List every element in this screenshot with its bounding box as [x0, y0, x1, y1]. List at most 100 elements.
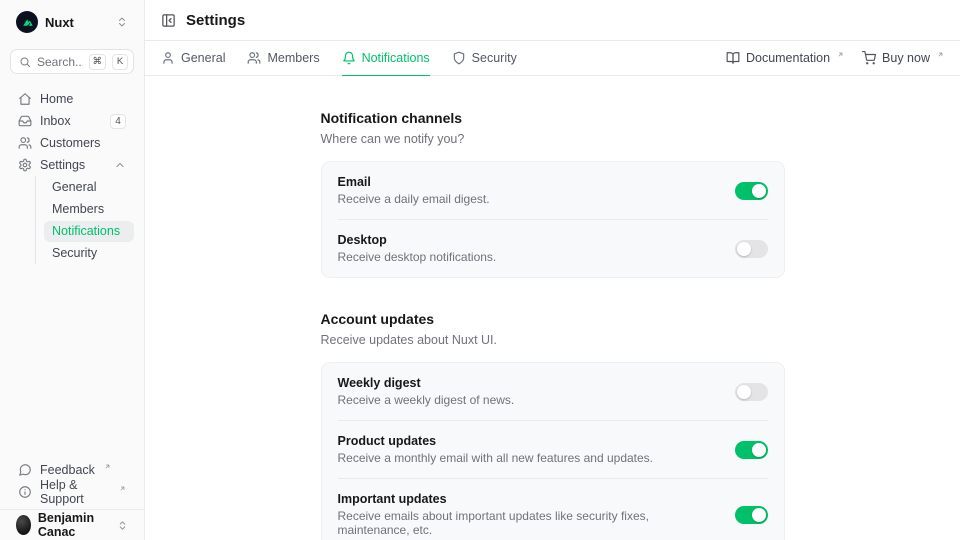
info-circle-icon: [18, 485, 32, 499]
section-title: Notification channels: [321, 110, 785, 126]
users-icon: [18, 136, 32, 150]
setting-description: Receive a daily email digest.: [338, 192, 490, 206]
documentation-button[interactable]: Documentation: [726, 51, 844, 65]
sidebar-footer: Feedback Help & Support: [10, 459, 134, 509]
chevron-up-icon: [114, 159, 126, 171]
sidebar-item-label: Customers: [40, 136, 100, 150]
setting-row-weekly-digest: Weekly digest Receive a weekly digest of…: [322, 363, 784, 420]
setting-texts: Important updates Receive emails about i…: [338, 492, 735, 537]
sidebar-item-notifications[interactable]: Notifications: [44, 221, 134, 242]
desktop-toggle[interactable]: [735, 240, 768, 258]
setting-texts: Product updates Receive a monthly email …: [338, 434, 674, 465]
setting-description: Receive a monthly email with all new fea…: [338, 451, 654, 465]
team-selector[interactable]: Nuxt: [10, 8, 134, 36]
buy-now-button[interactable]: Buy now: [862, 51, 944, 65]
sidebar-nav: Home Inbox 4 Customers Settings General …: [10, 88, 134, 264]
setting-row-important-updates: Important updates Receive emails about i…: [322, 479, 784, 540]
settings-tabbar: General Members Notifications Security D…: [145, 41, 960, 76]
chevrons-up-down-icon: [116, 16, 128, 28]
notification-channels-section: Notification channels Where can we notif…: [321, 110, 785, 278]
external-link-icon: [119, 485, 126, 492]
sidebar-item-label: Home: [40, 92, 73, 106]
sidebar-item-settings[interactable]: Settings: [10, 154, 134, 176]
sub-item-label: Security: [52, 246, 97, 260]
search-input[interactable]: [37, 55, 83, 69]
gear-icon: [18, 158, 32, 172]
settings-card: Email Receive a daily email digest. Desk…: [321, 161, 785, 278]
sidebar-item-home[interactable]: Home: [10, 88, 134, 110]
kbd-meta: ⌘: [89, 54, 107, 70]
setting-row-desktop: Desktop Receive desktop notifications.: [322, 220, 784, 277]
search-input-wrapper[interactable]: ⌘ K: [10, 49, 134, 74]
email-toggle[interactable]: [735, 182, 768, 200]
sub-item-label: Members: [52, 202, 104, 216]
settings-content: Notification channels Where can we notif…: [145, 76, 960, 540]
settings-column: Notification channels Where can we notif…: [321, 110, 785, 540]
shopping-cart-icon: [862, 51, 876, 65]
action-label: Buy now: [882, 51, 930, 65]
external-link-icon: [104, 463, 111, 470]
tabbar-actions: Documentation Buy now: [726, 51, 944, 65]
sub-item-label: Notifications: [52, 224, 120, 238]
sidebar-item-label: Inbox: [40, 114, 71, 128]
setting-label: Important updates: [338, 492, 715, 506]
home-icon: [18, 92, 32, 106]
account-updates-section: Account updates Receive updates about Nu…: [321, 311, 785, 540]
setting-label: Email: [338, 175, 490, 189]
book-open-icon: [726, 51, 740, 65]
setting-label: Product updates: [338, 434, 654, 448]
setting-description: Receive a weekly digest of news.: [338, 393, 515, 407]
important-updates-toggle[interactable]: [735, 506, 768, 524]
sidebar-item-label: Settings: [40, 158, 85, 172]
setting-label: Desktop: [338, 233, 497, 247]
tab-notifications[interactable]: Notifications: [342, 41, 430, 75]
tab-general[interactable]: General: [161, 41, 225, 75]
weekly-digest-toggle[interactable]: [735, 383, 768, 401]
setting-row-product-updates: Product updates Receive a monthly email …: [322, 421, 784, 478]
external-link-icon: [937, 51, 944, 58]
product-updates-toggle[interactable]: [735, 441, 768, 459]
users-icon: [247, 51, 261, 65]
sidebar-item-members[interactable]: Members: [44, 199, 134, 220]
setting-row-email: Email Receive a daily email digest.: [322, 162, 784, 219]
main-area: Settings General Members Notifications S…: [145, 0, 960, 540]
setting-description: Receive emails about important updates l…: [338, 509, 715, 537]
nuxt-logo-icon: [16, 11, 38, 33]
inbox-icon: [18, 114, 32, 128]
setting-texts: Weekly digest Receive a weekly digest of…: [338, 376, 535, 407]
action-label: Documentation: [746, 51, 830, 65]
tab-label: Security: [472, 51, 517, 65]
sidebar-item-help-support[interactable]: Help & Support: [10, 481, 134, 503]
panel-left-close-icon: [161, 13, 176, 28]
setting-label: Weekly digest: [338, 376, 515, 390]
external-link-icon: [837, 51, 844, 58]
sidebar-item-general[interactable]: General: [44, 177, 134, 198]
sub-item-label: General: [52, 180, 96, 194]
page-title: Settings: [186, 12, 245, 29]
tab-members[interactable]: Members: [247, 41, 319, 75]
section-title: Account updates: [321, 311, 785, 327]
sidebar-item-label: Help & Support: [40, 478, 110, 506]
user-menu[interactable]: Benjamin Canac: [0, 509, 144, 540]
user-icon: [161, 51, 175, 65]
sidebar-collapse-button[interactable]: [161, 13, 176, 28]
chat-bubble-icon: [18, 463, 32, 477]
shield-icon: [452, 51, 466, 65]
chevrons-up-down-icon: [117, 520, 128, 531]
sidebar-item-customers[interactable]: Customers: [10, 132, 134, 154]
section-description: Receive updates about Nuxt UI.: [321, 333, 785, 347]
sidebar-item-security[interactable]: Security: [44, 243, 134, 264]
page-header: Settings: [145, 0, 960, 41]
settings-card: Weekly digest Receive a weekly digest of…: [321, 362, 785, 540]
avatar: [16, 515, 31, 535]
tab-label: Members: [267, 51, 319, 65]
kbd-k: K: [112, 54, 128, 70]
tab-security[interactable]: Security: [452, 41, 517, 75]
tab-label: Notifications: [362, 51, 430, 65]
sidebar-item-inbox[interactable]: Inbox 4: [10, 110, 134, 132]
user-name: Benjamin Canac: [38, 511, 110, 539]
section-description: Where can we notify you?: [321, 132, 785, 146]
setting-texts: Desktop Receive desktop notifications.: [338, 233, 517, 264]
setting-texts: Email Receive a daily email digest.: [338, 175, 510, 206]
settings-sub-list: General Members Notifications Security: [35, 176, 134, 264]
